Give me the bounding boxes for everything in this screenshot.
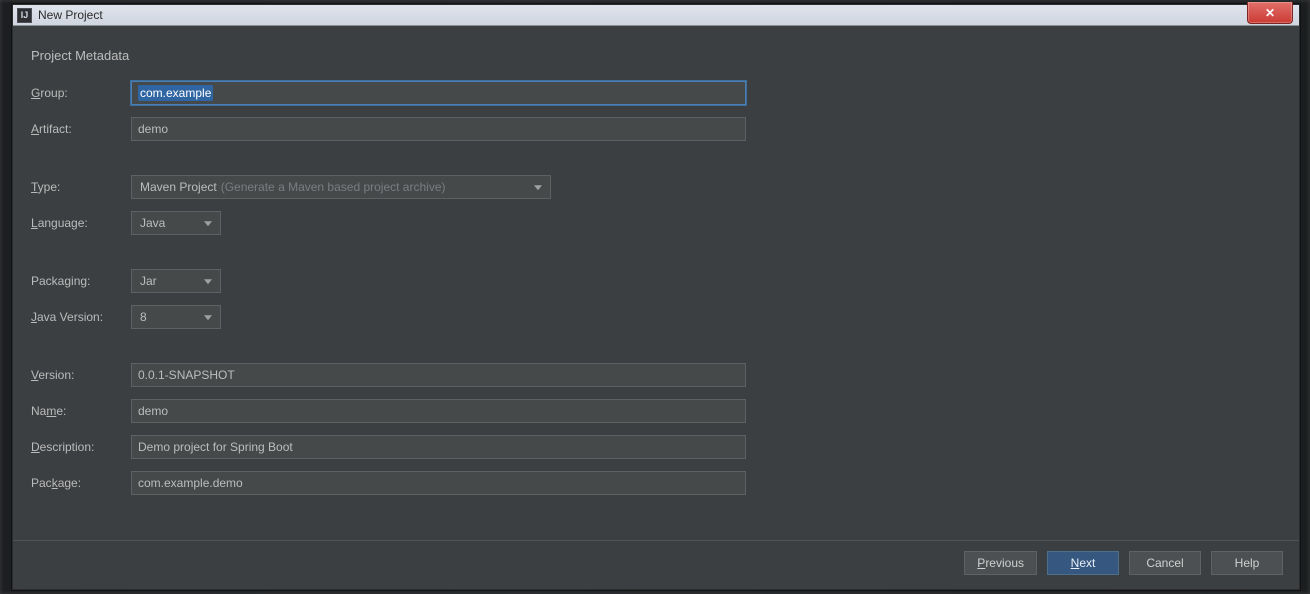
dialog-body: Project Metadata Group: com.example Arti… [13, 26, 1299, 540]
java-version-combo[interactable]: 8 [131, 305, 221, 329]
label-description: Description: [31, 440, 123, 454]
description-input[interactable]: Demo project for Spring Boot [131, 435, 746, 459]
titlebar[interactable]: IJ New Project ✕ [13, 5, 1299, 26]
packaging-combo[interactable]: Jar [131, 269, 221, 293]
version-input[interactable]: 0.0.1-SNAPSHOT [131, 363, 746, 387]
previous-button[interactable]: Previous [964, 551, 1037, 575]
close-button[interactable]: ✕ [1247, 2, 1293, 24]
label-java-version: Java Version: [31, 310, 123, 324]
language-combo-value: Java [140, 216, 165, 230]
java-version-combo-value: 8 [140, 310, 147, 324]
section-title: Project Metadata [31, 48, 1281, 63]
group-input-selection: com.example [138, 85, 213, 101]
package-input[interactable]: com.example.demo [131, 471, 746, 495]
label-artifact: Artifact: [31, 122, 123, 136]
dialog-footer: Previous Next Cancel Help [13, 540, 1299, 589]
new-project-dialog: IJ New Project ✕ Project Metadata Group:… [12, 4, 1300, 590]
type-combo-value: Maven Project [140, 180, 217, 194]
window-title: New Project [38, 8, 103, 22]
close-icon: ✕ [1265, 6, 1275, 20]
metadata-form: Group: com.example Artifact: demo Type: … [31, 81, 791, 495]
group-input[interactable]: com.example [131, 81, 746, 105]
label-language: Language: [31, 216, 123, 230]
name-input[interactable]: demo [131, 399, 746, 423]
language-combo[interactable]: Java [131, 211, 221, 235]
chevron-down-icon [534, 185, 542, 190]
chevron-down-icon [204, 221, 212, 226]
next-button[interactable]: Next [1047, 551, 1119, 575]
type-combo[interactable]: Maven Project (Generate a Maven based pr… [131, 175, 551, 199]
artifact-input[interactable]: demo [131, 117, 746, 141]
chevron-down-icon [204, 315, 212, 320]
label-name: Name: [31, 404, 123, 418]
packaging-combo-value: Jar [140, 274, 157, 288]
app-icon: IJ [17, 8, 32, 23]
label-packaging: Packaging: [31, 274, 123, 288]
cancel-button[interactable]: Cancel [1129, 551, 1201, 575]
label-package: Package: [31, 476, 123, 490]
type-combo-hint: (Generate a Maven based project archive) [221, 180, 446, 194]
chevron-down-icon [204, 279, 212, 284]
help-button[interactable]: Help [1211, 551, 1283, 575]
label-version: Version: [31, 368, 123, 382]
label-type: Type: [31, 180, 123, 194]
label-group: Group: [31, 86, 123, 100]
